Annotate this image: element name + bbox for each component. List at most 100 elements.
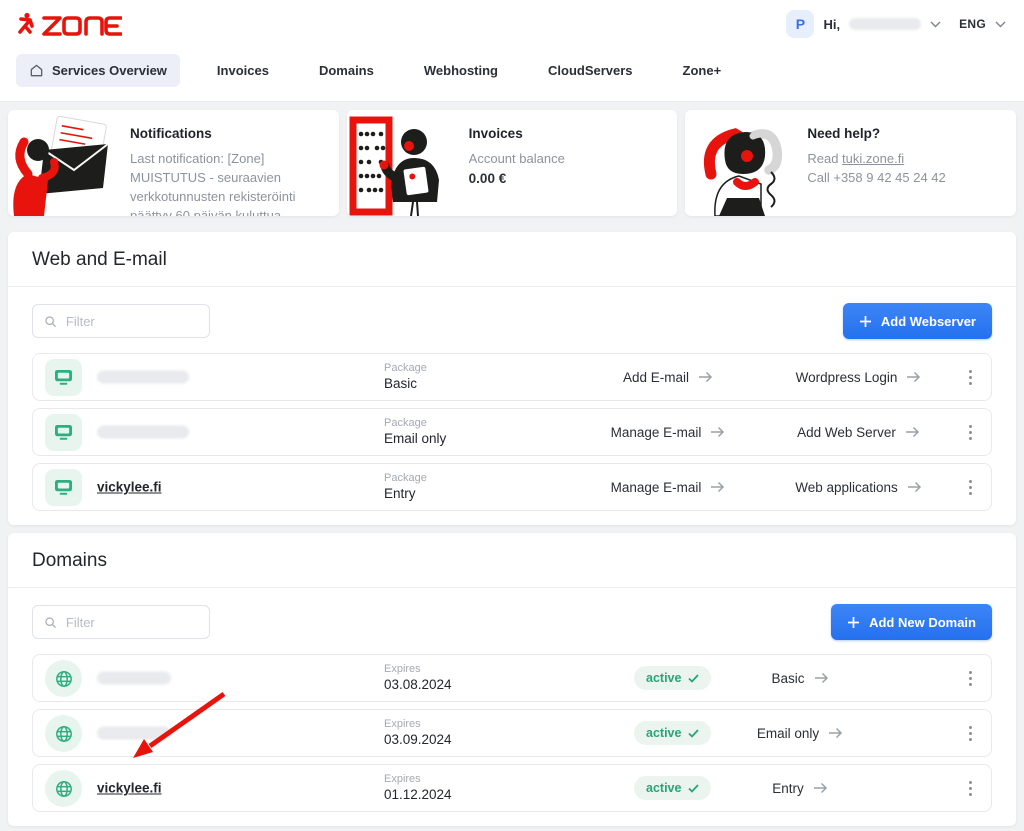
web-email-panel: Web and E-mail Add Webserver xyxy=(8,232,1016,525)
balance-value: 0.00 € xyxy=(469,171,662,186)
add-webserver-button[interactable]: Add Webserver xyxy=(843,303,992,339)
add-web-server-link[interactable]: Add Web Server xyxy=(761,409,956,455)
web-email-filter[interactable] xyxy=(32,304,210,338)
status-label: active xyxy=(646,781,681,795)
invoices-card[interactable]: Invoices Account balance 0.00 € xyxy=(347,110,678,216)
panel-title: Domains xyxy=(8,533,1016,588)
manage-email-link[interactable]: Manage E-mail xyxy=(573,464,763,510)
row-menu-button[interactable] xyxy=(957,354,983,400)
arrow-right-icon xyxy=(813,782,828,794)
domain-package-link[interactable]: Email only xyxy=(705,710,895,756)
domain-row: vickylee.fi Expires 01.12.2024 active En… xyxy=(32,764,992,812)
expires-date: 01.12.2024 xyxy=(384,786,452,804)
plus-icon xyxy=(859,315,872,328)
webserver-row: Package Basic Add E-mail Wordpress Login xyxy=(32,353,992,401)
panel-title: Web and E-mail xyxy=(8,232,1016,287)
chevron-down-icon xyxy=(995,21,1006,28)
package-value: Entry xyxy=(384,485,427,503)
web-applications-link[interactable]: Web applications xyxy=(761,464,956,510)
package-value: Basic xyxy=(384,375,427,393)
plus-icon xyxy=(847,616,860,629)
tab-label: Zone+ xyxy=(683,63,722,78)
row-menu-button[interactable] xyxy=(957,655,983,701)
status-label: active xyxy=(646,726,681,740)
action-label: Basic xyxy=(771,671,804,686)
domains-panel: Domains Add New Domain xyxy=(8,533,1016,826)
search-icon xyxy=(44,615,57,630)
check-icon xyxy=(688,674,699,683)
action-label: Manage E-mail xyxy=(611,425,702,440)
manage-email-link[interactable]: Manage E-mail xyxy=(573,409,763,455)
envelope-illustration xyxy=(8,110,120,216)
avatar[interactable]: P xyxy=(786,10,814,38)
package-label: Package xyxy=(384,471,427,485)
arrow-right-icon xyxy=(710,426,725,438)
check-icon xyxy=(688,729,699,738)
redacted-domain-name xyxy=(97,426,189,439)
domain-package-link[interactable]: Basic xyxy=(705,655,895,701)
tab-invoices[interactable]: Invoices xyxy=(204,54,282,87)
webserver-row: vickylee.fi Package Entry Manage E-mail … xyxy=(32,463,992,511)
action-label: Manage E-mail xyxy=(611,480,702,495)
add-new-domain-button[interactable]: Add New Domain xyxy=(831,604,992,640)
domain-row: Expires 03.08.2024 active Basic xyxy=(32,654,992,702)
action-label: Add E-mail xyxy=(623,370,689,385)
row-menu-button[interactable] xyxy=(957,710,983,756)
tab-domains[interactable]: Domains xyxy=(306,54,387,87)
zone-logo[interactable] xyxy=(18,11,122,37)
redacted-domain-name xyxy=(97,727,171,740)
search-icon xyxy=(44,314,57,329)
action-label: Wordpress Login xyxy=(796,370,898,385)
package-value: Email only xyxy=(384,430,446,448)
row-menu-button[interactable] xyxy=(957,464,983,510)
tab-label: Domains xyxy=(319,63,374,78)
tab-services-overview[interactable]: Services Overview xyxy=(16,54,180,87)
package-label: Package xyxy=(384,416,446,430)
domain-link-vickylee[interactable]: vickylee.fi xyxy=(97,781,162,796)
language-label: ENG xyxy=(959,17,986,31)
button-label: Add Webserver xyxy=(881,314,976,329)
notification-text: Last notification: [Zone] MUISTUTUS - se… xyxy=(130,150,323,216)
notifications-card[interactable]: Notifications Last notification: [Zone] … xyxy=(8,110,339,216)
greeting-label: Hi, xyxy=(823,17,840,32)
row-menu-button[interactable] xyxy=(957,409,983,455)
tab-label: Invoices xyxy=(217,63,269,78)
domains-filter[interactable] xyxy=(32,605,210,639)
main-nav: Services Overview Invoices Domains Webho… xyxy=(0,48,1024,102)
filter-input[interactable] xyxy=(66,615,198,630)
status-badge: active xyxy=(634,776,711,800)
zone-logo-icon xyxy=(18,11,122,37)
action-label: Web applications xyxy=(795,480,898,495)
arrow-right-icon xyxy=(828,727,843,739)
arrow-right-icon xyxy=(710,481,725,493)
user-menu[interactable]: P Hi, xyxy=(786,10,941,38)
tab-zone-plus[interactable]: Zone+ xyxy=(670,54,735,87)
row-menu-button[interactable] xyxy=(957,765,983,811)
add-email-link[interactable]: Add E-mail xyxy=(573,354,763,400)
tab-webhosting[interactable]: Webhosting xyxy=(411,54,511,87)
expires-date: 03.09.2024 xyxy=(384,731,452,749)
package-label: Package xyxy=(384,361,427,375)
arrow-right-icon xyxy=(906,371,921,383)
tab-cloudservers[interactable]: CloudServers xyxy=(535,54,646,87)
filter-input[interactable] xyxy=(66,314,198,329)
domain-package-link[interactable]: Entry xyxy=(705,765,895,811)
wordpress-login-link[interactable]: Wordpress Login xyxy=(761,354,956,400)
balance-label: Account balance xyxy=(469,150,662,169)
domain-row: Expires 03.09.2024 active Email only xyxy=(32,709,992,757)
globe-icon xyxy=(45,660,82,697)
arrow-right-icon xyxy=(907,481,922,493)
expires-date: 03.08.2024 xyxy=(384,676,452,694)
tab-label: Services Overview xyxy=(52,63,167,78)
read-prefix: Read xyxy=(807,151,842,166)
home-icon xyxy=(29,63,44,78)
redacted-user-name xyxy=(849,18,921,30)
webserver-domain-link[interactable]: vickylee.fi xyxy=(97,480,162,495)
phone-illustration xyxy=(685,110,797,216)
chevron-down-icon xyxy=(930,21,941,28)
language-selector[interactable]: ENG xyxy=(959,17,1006,31)
status-badge: active xyxy=(634,721,711,745)
status-label: active xyxy=(646,671,681,685)
support-link[interactable]: tuki.zone.fi xyxy=(842,151,904,166)
help-card[interactable]: Need help? Read tuki.zone.fi Call +358 9… xyxy=(685,110,1016,216)
